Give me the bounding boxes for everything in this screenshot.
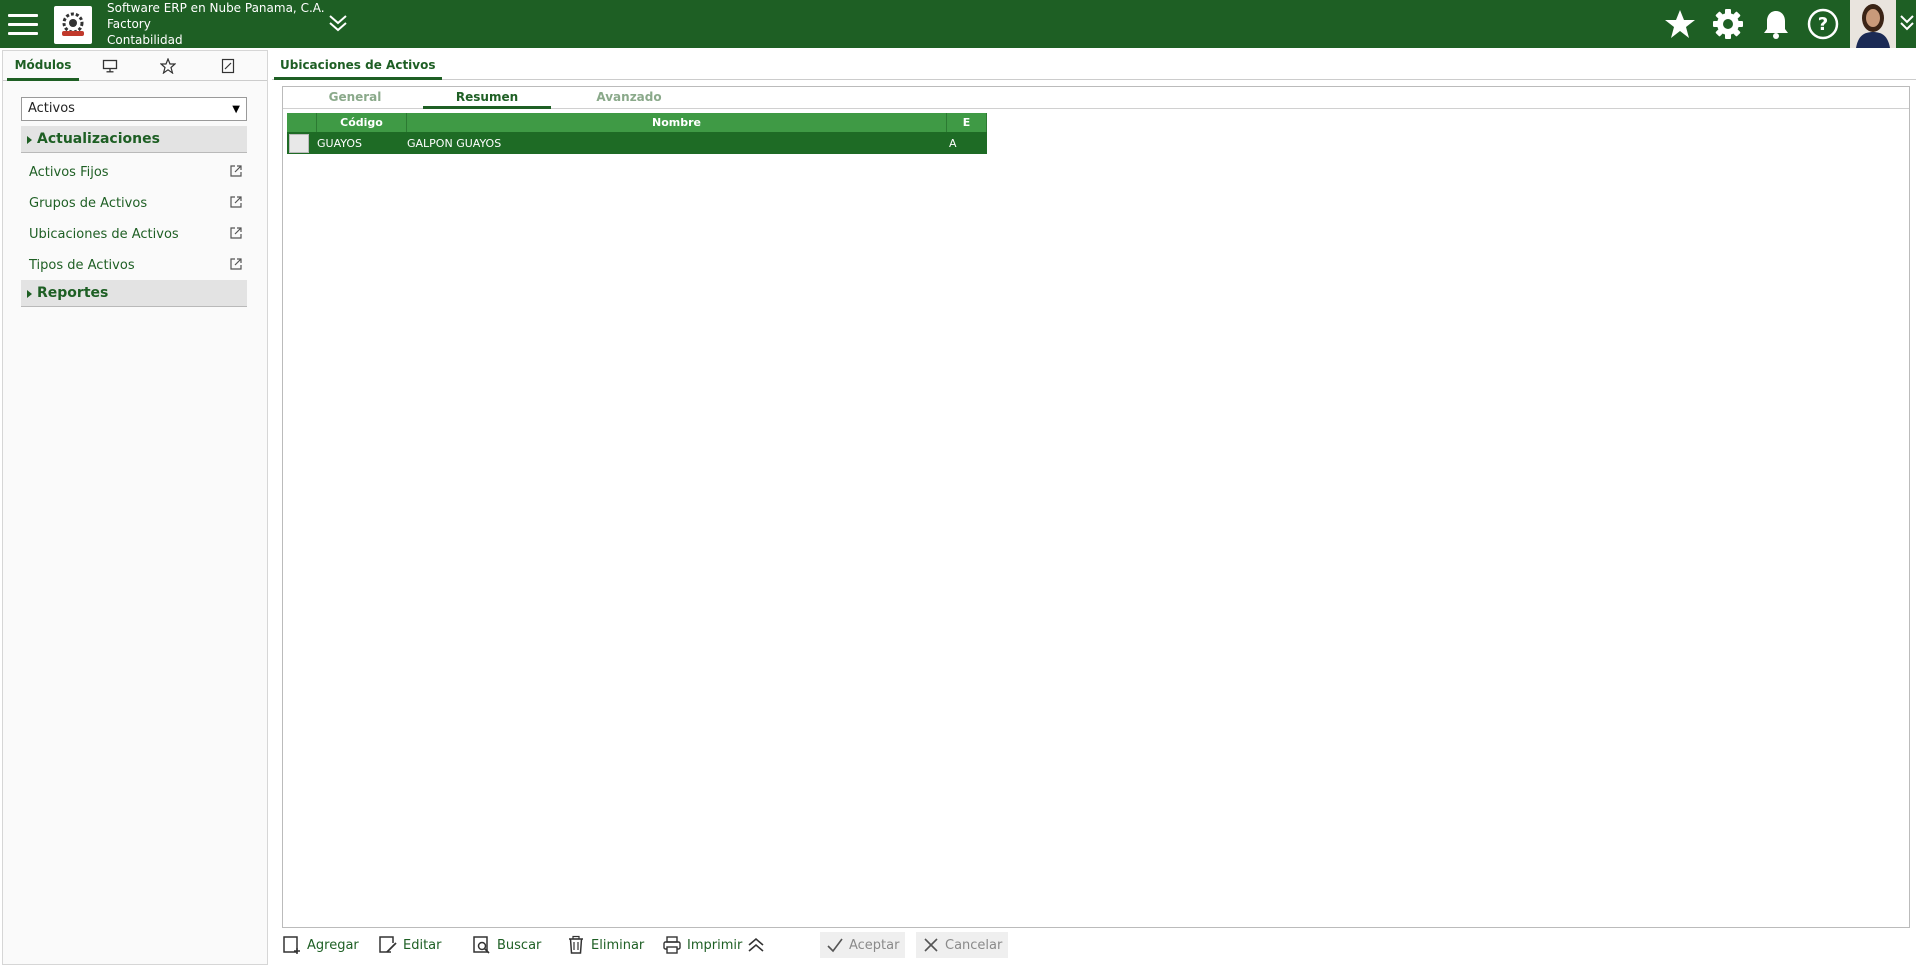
search-label: Buscar <box>497 937 542 953</box>
search-icon <box>473 936 490 954</box>
action-toolbar: Agregar Editar Buscar Eliminar Imprimir … <box>282 930 1910 960</box>
grid-header-estado[interactable]: E <box>947 113 987 132</box>
sidebar-item-tipos-de-activos[interactable]: Tipos de Activos <box>29 255 243 277</box>
top-bar: Software ERP en Nube Panama, C.A. Factor… <box>0 0 1916 48</box>
external-link-icon[interactable] <box>229 226 243 240</box>
delete-button[interactable]: Eliminar <box>566 932 644 958</box>
sidebar-item-grupos-de-activos[interactable]: Grupos de Activos <box>29 193 243 215</box>
star-icon[interactable] <box>151 51 185 81</box>
grid-header-select <box>287 113 317 132</box>
search-button[interactable]: Buscar <box>472 932 541 958</box>
module-select-value: Activos <box>28 101 75 116</box>
content-area: General Resumen Avanzado Código Nombre E… <box>282 86 1910 928</box>
cancel-button[interactable]: Cancelar <box>916 932 1009 958</box>
section-label: Reportes <box>37 285 109 301</box>
cancel-label: Cancelar <box>945 937 1003 953</box>
add-label: Agregar <box>307 937 359 953</box>
module-select[interactable]: Activos ▼ <box>21 97 247 121</box>
print-label: Imprimir <box>687 937 743 953</box>
printer-icon <box>663 936 681 954</box>
close-icon <box>924 938 938 952</box>
print-button[interactable]: Imprimir <box>662 932 742 958</box>
cell-estado: A <box>949 137 957 150</box>
tab-avanzado[interactable]: Avanzado <box>573 87 685 109</box>
sidebar-item-label: Activos Fijos <box>29 165 109 180</box>
add-button[interactable]: Agregar <box>282 932 359 958</box>
cell-codigo: GUAYOS <box>317 137 363 150</box>
table-row[interactable]: GUAYOS GALPON GUAYOS A <box>287 132 987 154</box>
checkmark-icon <box>827 938 843 953</box>
sidebar-item-label: Grupos de Activos <box>29 196 148 211</box>
expand-triangle-icon <box>27 136 32 144</box>
settings-gear-icon[interactable] <box>1711 7 1745 41</box>
tab-resumen[interactable]: Resumen <box>423 87 551 109</box>
section-label: Actualizaciones <box>37 131 160 147</box>
add-icon <box>283 936 300 954</box>
sidebar: Módulos Activos ▼ Actualizaciones Activo… <box>2 50 268 965</box>
accept-button[interactable]: Aceptar <box>820 932 906 958</box>
double-chevron-down-icon[interactable] <box>326 12 350 34</box>
tab-general[interactable]: General <box>311 87 399 109</box>
tab-ubicaciones-de-activos[interactable]: Ubicaciones de Activos <box>274 54 442 80</box>
section-actualizaciones[interactable]: Actualizaciones <box>21 126 247 153</box>
main-tab-bar: Ubicaciones de Activos <box>272 54 1916 80</box>
external-link-icon[interactable] <box>229 195 243 209</box>
user-menu-chevron-icon[interactable] <box>1898 12 1916 34</box>
favorites-star-icon[interactable] <box>1663 7 1697 41</box>
notifications-bell-icon[interactable] <box>1759 7 1793 41</box>
section-reportes[interactable]: Reportes <box>21 280 247 307</box>
edit-icon <box>379 936 397 953</box>
delete-label: Eliminar <box>591 937 645 953</box>
help-question-icon[interactable]: ? <box>1806 7 1840 41</box>
company-name: Software ERP en Nube Panama, C.A. <box>107 1 325 15</box>
edit-button[interactable]: Editar <box>378 932 442 958</box>
grid-header-nombre[interactable]: Nombre <box>407 113 947 132</box>
user-avatar[interactable] <box>1850 0 1896 48</box>
double-chevron-up-icon <box>748 937 764 952</box>
cell-nombre: GALPON GUAYOS <box>407 137 502 150</box>
monitor-icon[interactable] <box>93 51 127 81</box>
company-logo <box>54 6 92 44</box>
sidebar-tabs: Módulos <box>3 51 267 81</box>
sub-tabs: General Resumen Avanzado <box>283 87 1909 109</box>
company-info: Software ERP en Nube Panama, C.A. Factor… <box>107 0 325 48</box>
row-select-checkbox[interactable] <box>289 134 309 153</box>
sidebar-item-label: Tipos de Activos <box>29 258 135 273</box>
trash-icon <box>569 935 583 954</box>
edit-label: Editar <box>403 937 442 953</box>
main-panel: Ubicaciones de Activos General Resumen A… <box>272 50 1916 965</box>
collapse-toolbar-button[interactable] <box>746 932 771 958</box>
document-icon[interactable] <box>211 51 245 81</box>
sidebar-item-ubicaciones-de-activos[interactable]: Ubicaciones de Activos <box>29 224 243 246</box>
tab-modulos[interactable]: Módulos <box>7 51 79 81</box>
company-branch: Factory <box>107 17 151 31</box>
accept-label: Aceptar <box>849 937 900 953</box>
sidebar-item-activos-fijos[interactable]: Activos Fijos <box>29 162 243 184</box>
hamburger-menu-icon[interactable] <box>6 8 40 40</box>
external-link-icon[interactable] <box>229 257 243 271</box>
svg-text:?: ? <box>1818 14 1828 35</box>
external-link-icon[interactable] <box>229 164 243 178</box>
sidebar-item-label: Ubicaciones de Activos <box>29 227 179 242</box>
company-module: Contabilidad <box>107 33 183 47</box>
grid-header-codigo[interactable]: Código <box>317 113 407 132</box>
dropdown-caret-icon: ▼ <box>232 104 240 115</box>
expand-triangle-icon <box>27 290 32 298</box>
